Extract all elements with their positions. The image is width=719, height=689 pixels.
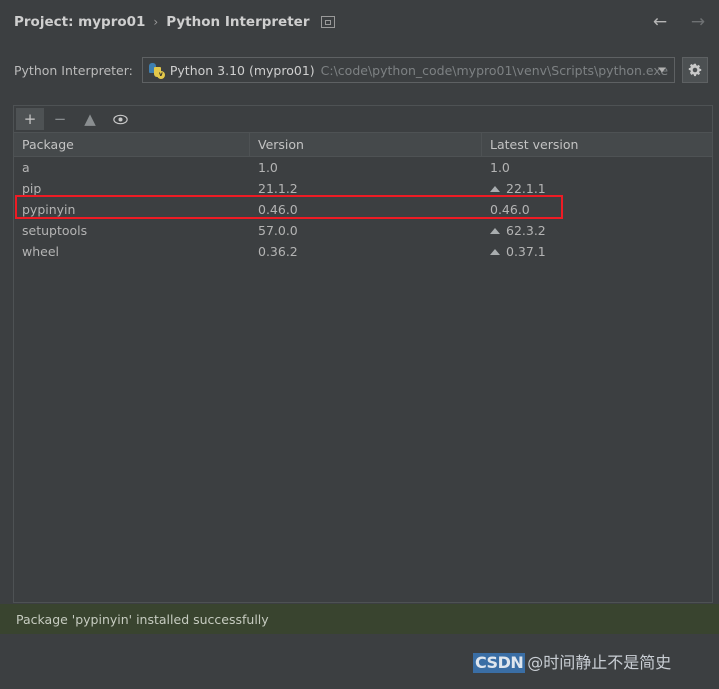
- cell-latest-version: 1.0: [482, 157, 712, 178]
- eye-icon: [113, 114, 128, 125]
- interpreter-settings-button[interactable]: [682, 57, 708, 83]
- watermark-brand: CSDN: [473, 653, 525, 673]
- csdn-watermark: CSDN @时间静止不是简史: [473, 653, 671, 673]
- cell-package: pypinyin: [14, 199, 250, 220]
- python-logo-icon: v: [149, 63, 164, 78]
- upgrade-available-icon: [490, 186, 500, 192]
- status-message: Package 'pypinyin' installed successfull…: [16, 612, 269, 627]
- interpreter-name: Python 3.10 (mypro01): [170, 63, 315, 78]
- upgrade-package-button[interactable]: ▲: [76, 108, 104, 130]
- column-header-package[interactable]: Package: [14, 133, 250, 156]
- table-row[interactable]: pip21.1.2 22.1.1: [14, 178, 712, 199]
- add-package-button[interactable]: +: [16, 108, 44, 130]
- latest-version-text: 0.46.0: [490, 199, 530, 220]
- cell-latest-version: 0.46.0: [482, 199, 712, 220]
- cell-version: 0.36.2: [250, 241, 482, 262]
- watermark-user: @时间静止不是简史: [527, 653, 671, 673]
- packages-toolbar: + − ▲: [14, 106, 712, 132]
- packages-table-body: a1.01.0pip21.1.222.1.1pypinyin0.46.00.46…: [14, 157, 712, 262]
- forward-arrow-icon[interactable]: →: [685, 9, 711, 35]
- breadcrumb-project[interactable]: Project: mypro01: [14, 14, 145, 30]
- table-row[interactable]: wheel0.36.2 0.37.1: [14, 241, 712, 262]
- cell-version: 57.0.0: [250, 220, 482, 241]
- breadcrumb-bar: Project: mypro01 › Python Interpreter: [0, 0, 719, 44]
- cell-latest-version: 22.1.1: [482, 178, 712, 199]
- packages-table-header: Package Version Latest version: [14, 132, 712, 157]
- cell-version: 21.1.2: [250, 178, 482, 199]
- interpreter-label: Python Interpreter:: [14, 63, 133, 78]
- panel-layout-icon[interactable]: [321, 16, 335, 28]
- latest-version-text: 0.37.1: [506, 241, 546, 262]
- table-row[interactable]: a1.01.0: [14, 157, 712, 178]
- cell-version: 0.46.0: [250, 199, 482, 220]
- latest-version-text: 62.3.2: [506, 220, 546, 241]
- cell-version: 1.0: [250, 157, 482, 178]
- back-arrow-icon[interactable]: ←: [647, 9, 673, 35]
- cell-package: setuptools: [14, 220, 250, 241]
- interpreter-path: C:\code\python_code\mypro01\venv\Scripts…: [321, 63, 668, 78]
- column-header-latest-version[interactable]: Latest version: [482, 133, 712, 156]
- latest-version-text: 22.1.1: [506, 178, 546, 199]
- cell-package: pip: [14, 178, 250, 199]
- cell-package: a: [14, 157, 250, 178]
- interpreter-combobox[interactable]: v Python 3.10 (mypro01) C:\code\python_c…: [142, 57, 675, 83]
- packages-panel: + − ▲ Package Version Latest version a1.…: [13, 105, 713, 603]
- breadcrumb-page[interactable]: Python Interpreter: [166, 14, 309, 30]
- show-early-releases-eye-icon[interactable]: [106, 108, 134, 130]
- venv-badge: v: [157, 71, 165, 79]
- cell-latest-version: 62.3.2: [482, 220, 712, 241]
- interpreter-row: Python Interpreter: v Python 3.10 (mypro…: [0, 55, 719, 85]
- cell-latest-version: 0.37.1: [482, 241, 712, 262]
- upgrade-available-icon: [490, 249, 500, 255]
- chevron-down-icon[interactable]: [658, 68, 666, 73]
- cell-package: wheel: [14, 241, 250, 262]
- navigation-arrows: ← →: [647, 0, 711, 44]
- gear-icon: [688, 63, 702, 77]
- table-row[interactable]: pypinyin0.46.00.46.0: [14, 199, 712, 220]
- table-row[interactable]: setuptools57.0.0 62.3.2: [14, 220, 712, 241]
- breadcrumb-separator: ›: [153, 15, 158, 29]
- upgrade-available-icon: [490, 228, 500, 234]
- column-header-version[interactable]: Version: [250, 133, 482, 156]
- latest-version-text: 1.0: [490, 157, 510, 178]
- status-bar: Package 'pypinyin' installed successfull…: [0, 604, 719, 634]
- remove-package-button[interactable]: −: [46, 108, 74, 130]
